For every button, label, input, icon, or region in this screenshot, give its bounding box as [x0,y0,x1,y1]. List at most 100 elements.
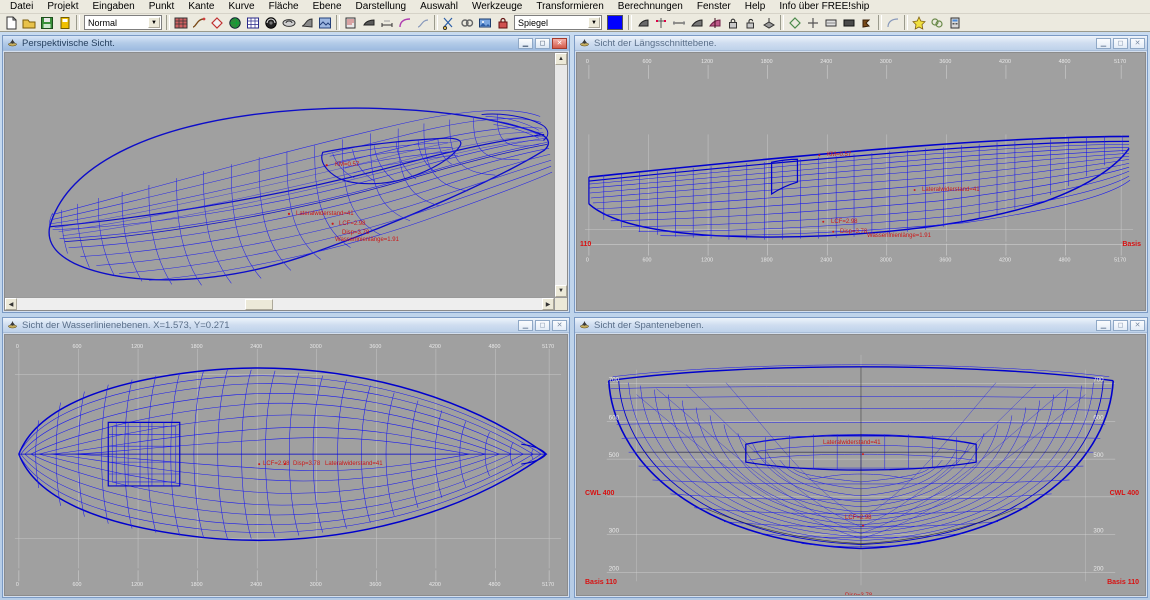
calc-icon[interactable] [947,15,963,31]
star-icon[interactable] [911,15,927,31]
minimize-button[interactable]: ▁ [518,319,533,331]
chevron-down-icon[interactable]: ▼ [148,17,160,28]
rect-icon[interactable] [823,15,839,31]
panel-waterlines[interactable]: Sicht der Wasserlinienebenen. X=1.573, Y… [2,317,570,598]
shade-diamond-icon[interactable] [209,15,225,31]
mirror-icon[interactable] [859,15,875,31]
link-icon[interactable] [459,15,475,31]
svg-text:500: 500 [1093,452,1104,459]
svg-text:500: 500 [609,452,620,459]
toolbar-separator [76,15,80,30]
svg-text:600: 600 [609,414,620,421]
extrude-icon[interactable] [671,15,687,31]
maximize-button[interactable]: ◻ [1113,37,1128,49]
panel-perspective-titlebar[interactable]: Perspektivische Sicht. ▁ ◻ ✕ [3,36,569,51]
panel-perspective-canvas[interactable]: KM=0.57 Lateralwiderstand=41 LCF=2.98 Di… [4,52,568,311]
panel-profile[interactable]: Sicht der Längsschnittebene. ▁ ◻ ✕ 0 600… [574,35,1148,313]
spline-tool-icon[interactable] [885,15,901,31]
minimize-button[interactable]: ▁ [1096,37,1111,49]
image-icon[interactable] [477,15,493,31]
curvature-icon[interactable] [415,15,431,31]
fill-solid-icon[interactable] [841,15,857,31]
precision-combo[interactable]: Normal ▼ [84,15,162,30]
curve-icon[interactable] [191,15,207,31]
menu-item-auswahl[interactable]: Auswahl [413,0,465,13]
menu-item-kurve[interactable]: Kurve [221,0,261,13]
insert-plane-icon[interactable] [761,15,777,31]
chevron-down-icon[interactable]: ▼ [588,17,600,28]
panel-waterlines-canvas[interactable]: 0 600 1200 1800 2400 3000 3600 4200 4800… [4,334,568,596]
flip-icon[interactable] [707,15,723,31]
menu-item-projekt[interactable]: Projekt [40,0,85,13]
menu-item-darstellung[interactable]: Darstellung [349,0,414,13]
scroll-left-arrow-icon[interactable]: ◀ [5,298,17,310]
menu-item-berechnungen[interactable]: Berechnungen [611,0,690,13]
panel-sections[interactable]: Sicht der Spantenebenen. ▁ ◻ ✕ 700 600 5… [574,317,1148,598]
point-icon[interactable] [635,15,651,31]
layer-combo[interactable]: Spiegel ▼ [514,15,602,30]
panel-profile-canvas[interactable]: 0 600 1200 1800 2400 3000 3600 4200 4800… [576,52,1146,311]
maximize-button[interactable]: ◻ [535,319,550,331]
intersect-icon[interactable] [787,15,803,31]
maximize-button[interactable]: ◻ [535,37,550,49]
add-icon[interactable] [805,15,821,31]
menu-item-kante[interactable]: Kante [181,0,221,13]
scrollbar-thumb[interactable] [245,299,273,310]
menu-item-flaeche[interactable]: Fläche [262,0,306,13]
panel-waterlines-titlebar[interactable]: Sicht der Wasserlinienebenen. X=1.573, Y… [3,318,569,333]
lock-closed-icon[interactable] [725,15,741,31]
developability-icon[interactable] [263,15,279,31]
align-icon[interactable] [653,15,669,31]
menu-item-fenster[interactable]: Fenster [690,0,738,13]
svg-text:1200: 1200 [131,344,143,350]
fill-icon[interactable] [361,15,377,31]
svg-text:600: 600 [643,258,652,264]
layer-icon[interactable] [343,15,359,31]
panel-sections-titlebar[interactable]: Sicht der Spantenebenen. ▁ ◻ ✕ [575,318,1147,333]
scroll-right-arrow-icon[interactable]: ▶ [542,298,554,310]
new-file-icon[interactable] [3,15,19,31]
environment-map-icon[interactable] [317,15,333,31]
export-icon[interactable] [57,15,73,31]
menu-item-help[interactable]: Help [738,0,773,13]
close-button[interactable]: ✕ [1130,319,1145,331]
shade-globe-icon[interactable] [227,15,243,31]
vertical-scrollbar[interactable]: ▲ ▼ [554,53,567,297]
toolbar-separator [628,15,632,30]
dimension-icon[interactable] [379,15,395,31]
close-button[interactable]: ✕ [552,319,567,331]
horizontal-scrollbar[interactable]: ◀ ▶ [5,297,554,310]
panel-profile-titlebar[interactable]: Sicht der Längsschnittebene. ▁ ◻ ✕ [575,36,1147,51]
minimize-button[interactable]: ▁ [518,37,533,49]
close-button[interactable]: ✕ [552,37,567,49]
lock-icon[interactable] [495,15,511,31]
panel-perspective[interactable]: Perspektivische Sicht. ▁ ◻ ✕ KM=0.57 Lat… [2,35,570,313]
grid-icon[interactable] [173,15,189,31]
menu-item-datei[interactable]: Datei [3,0,40,13]
scissors-icon[interactable] [441,15,457,31]
surface-icon[interactable] [689,15,705,31]
spline-curve-icon[interactable] [397,15,413,31]
minimize-button[interactable]: ▁ [1096,319,1111,331]
layer-color-swatch[interactable] [607,15,623,30]
open-folder-icon[interactable] [21,15,37,31]
wireframe-icon[interactable] [245,15,261,31]
menu-item-transformieren[interactable]: Transformieren [529,0,610,13]
menu-item-ebene[interactable]: Ebene [306,0,349,13]
panel-profile-window-controls: ▁ ◻ ✕ [1096,37,1147,49]
menu-item-info-ueber-freeship[interactable]: Info über FREE!ship [772,0,876,13]
hydro-icon[interactable] [929,15,945,31]
close-button[interactable]: ✕ [1130,37,1145,49]
gaussian-icon[interactable] [281,15,297,31]
menu-item-punkt[interactable]: Punkt [142,0,182,13]
menu-item-eingaben[interactable]: Eingaben [85,0,141,13]
save-disk-icon[interactable] [39,15,55,31]
maximize-button[interactable]: ◻ [1113,319,1128,331]
menu-item-werkzeuge[interactable]: Werkzeuge [465,0,529,13]
unlock-icon[interactable] [743,15,759,31]
scroll-up-arrow-icon[interactable]: ▲ [555,53,567,65]
zebra-icon[interactable] [299,15,315,31]
svg-text:5170: 5170 [542,582,554,588]
scroll-down-arrow-icon[interactable]: ▼ [555,285,567,297]
panel-sections-canvas[interactable]: 700 600 500 300 200 700 600 500 300 200 [576,334,1146,596]
